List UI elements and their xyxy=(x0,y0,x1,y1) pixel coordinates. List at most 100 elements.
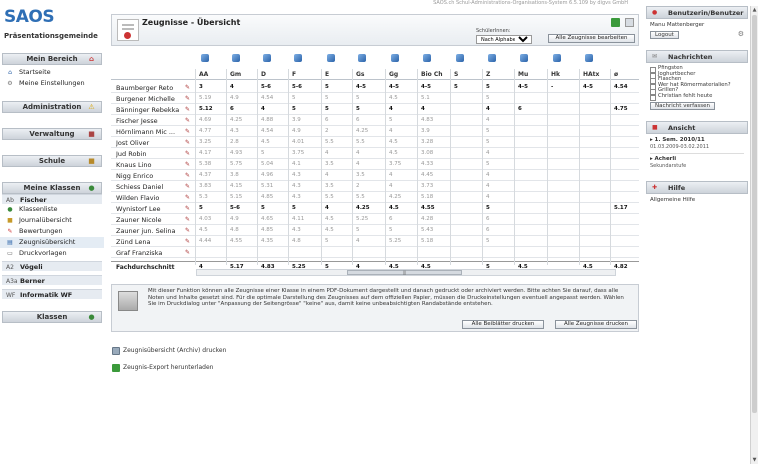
grade-cell[interactable]: 3.08 xyxy=(421,150,433,156)
grade-cell[interactable]: 4.96 xyxy=(261,172,273,178)
grade-cell[interactable]: 4.3 xyxy=(292,227,301,233)
grade-cell[interactable]: 4.03 xyxy=(199,216,211,222)
grade-cell[interactable]: 5.5 xyxy=(325,139,334,145)
grade-cell[interactable]: 4.9 xyxy=(230,95,239,101)
grade-cell[interactable]: 4.44 xyxy=(199,238,211,244)
student-name[interactable]: Nigg Enrico xyxy=(116,172,182,180)
grade-cell[interactable]: 4.8 xyxy=(292,238,301,244)
saos-logo[interactable]: SAOS Präsentationsgemeinde xyxy=(4,8,104,40)
student-name[interactable]: Hörnlimann Mic ... xyxy=(116,128,182,136)
student-name[interactable]: Bänninger Rebekka xyxy=(116,106,182,114)
grade-cell[interactable]: 6 xyxy=(486,216,490,222)
grade-cell[interactable]: 4.8 xyxy=(230,227,239,233)
grade-cell[interactable]: 4.3 xyxy=(230,128,239,134)
sort-select[interactable]: Nach Alphabet xyxy=(476,35,532,44)
subject-cube-icon[interactable] xyxy=(232,54,240,62)
grade-cell[interactable]: - xyxy=(551,84,553,90)
grade-cell[interactable]: 4.33 xyxy=(421,161,433,167)
grade-cell[interactable]: 5.25 xyxy=(356,216,368,222)
grade-cell[interactable]: 3.73 xyxy=(421,183,433,189)
edit-pen-icon[interactable]: ✎ xyxy=(185,194,190,201)
edit-pen-icon[interactable]: ✎ xyxy=(185,227,190,234)
grade-cell[interactable]: 4.83 xyxy=(421,117,433,123)
grade-cell[interactable]: 4.55 xyxy=(230,238,242,244)
grade-cell[interactable]: 4 xyxy=(356,161,360,167)
grade-cell[interactable]: 3.8 xyxy=(230,172,239,178)
grade-cell[interactable]: 4 xyxy=(486,172,490,178)
grade-cell[interactable]: 5 xyxy=(486,128,490,134)
print-beiblaetter-button[interactable]: Alle Beiblätter drucken xyxy=(462,320,544,329)
grade-cell[interactable]: 3 xyxy=(199,84,203,90)
grade-cell[interactable]: 4 xyxy=(230,84,234,90)
student-name[interactable]: Jost Oliver xyxy=(116,139,182,147)
subject-cube-icon[interactable] xyxy=(201,54,209,62)
grade-cell[interactable]: 5.5 xyxy=(356,139,365,145)
grade-cell[interactable]: 5.19 xyxy=(199,95,211,101)
grade-cell[interactable]: 4.88 xyxy=(261,117,273,123)
grade-cell[interactable]: 4.65 xyxy=(261,216,273,222)
grade-cell[interactable]: 6 xyxy=(389,216,393,222)
grade-cell[interactable]: 4.9 xyxy=(230,216,239,222)
grade-cell[interactable]: 3.75 xyxy=(389,161,401,167)
grade-cell[interactable]: 6 xyxy=(230,106,234,112)
edit-pen-icon[interactable]: ✎ xyxy=(185,106,190,113)
grade-cell[interactable]: 4 xyxy=(356,150,360,156)
grade-cell[interactable]: 6 xyxy=(518,106,522,112)
subject-cube-icon[interactable] xyxy=(263,54,271,62)
section-schule[interactable]: Schule ■ xyxy=(2,155,102,167)
nav-druckvorlagen[interactable]: ▭ Druckvorlagen xyxy=(0,248,104,259)
grade-cell[interactable]: 4.93 xyxy=(230,150,242,156)
grade-cell[interactable]: 2.8 xyxy=(230,139,239,145)
grade-cell[interactable]: 4.69 xyxy=(199,117,211,123)
grade-cell[interactable]: 4.37 xyxy=(199,172,211,178)
edit-pen-icon[interactable]: ✎ xyxy=(185,84,190,91)
grade-cell[interactable]: 4.5 xyxy=(389,95,398,101)
grade-cell[interactable]: 5 xyxy=(325,106,329,112)
grade-cell[interactable]: 4.25 xyxy=(389,194,401,200)
subject-cube-icon[interactable] xyxy=(520,54,528,62)
grade-cell[interactable]: 4.5 xyxy=(325,227,334,233)
grade-cell[interactable]: 4-5 xyxy=(583,84,593,90)
student-name[interactable]: Wilden Flavio xyxy=(116,194,182,202)
grade-cell[interactable]: 4 xyxy=(325,172,329,178)
grade-cell[interactable]: 4 xyxy=(486,194,490,200)
edit-pen-icon[interactable]: ✎ xyxy=(185,183,190,190)
klasse-fischer[interactable]: Ab Fischer xyxy=(2,194,102,204)
grade-cell[interactable]: 4 xyxy=(389,128,393,134)
student-name[interactable]: Burgener Michelle xyxy=(116,95,182,103)
scroll-thumb[interactable] xyxy=(752,15,757,413)
grade-cell[interactable]: 3.9 xyxy=(292,117,301,123)
grade-cell[interactable]: 3.5 xyxy=(325,183,334,189)
export-download-link[interactable]: Zeugnis-Export herunterladen xyxy=(111,363,213,373)
grade-cell[interactable]: 5-6 xyxy=(292,84,302,90)
message-item[interactable]: Christian fehlt heute xyxy=(650,93,744,101)
section-meine-klassen[interactable]: Meine Klassen ● xyxy=(2,182,102,194)
student-name[interactable]: Knaus Lino xyxy=(116,161,182,169)
grade-cell[interactable]: 4 xyxy=(486,183,490,189)
grade-cell[interactable]: 6 xyxy=(356,117,360,123)
grade-cell[interactable]: 5-6 xyxy=(230,205,240,211)
student-name[interactable]: Baumberger Reto xyxy=(116,84,182,92)
subject-cube-icon[interactable] xyxy=(391,54,399,62)
edit-pen-icon[interactable]: ✎ xyxy=(185,95,190,102)
vertical-scrollbar[interactable]: ▲ ▼ xyxy=(750,6,758,464)
grade-cell[interactable]: 4.15 xyxy=(230,183,242,189)
grade-cell[interactable]: 3.5 xyxy=(356,172,365,178)
grade-cell[interactable]: 4 xyxy=(389,106,393,112)
edit-pen-icon[interactable]: ✎ xyxy=(185,172,190,179)
grade-cell[interactable]: 2 xyxy=(356,183,360,189)
grade-cell[interactable]: 5.43 xyxy=(421,227,433,233)
grade-cell[interactable]: 5 xyxy=(389,227,393,233)
grade-cell[interactable]: 4.25 xyxy=(356,128,368,134)
edit-all-button[interactable]: Alle Zeugnisse bearbeiten xyxy=(548,34,635,43)
nav-meine-einstellungen[interactable]: ⚙ Meine Einstellungen xyxy=(0,78,104,89)
grade-cell[interactable]: 5 xyxy=(325,238,329,244)
help-link[interactable]: Allgemeine Hilfe xyxy=(650,197,744,204)
compose-message-button[interactable]: Nachricht verfassen xyxy=(650,101,716,110)
grade-cell[interactable]: 4 xyxy=(486,106,490,112)
grade-cell[interactable]: 5.38 xyxy=(199,161,211,167)
grade-cell[interactable]: 2 xyxy=(325,128,329,134)
grade-cell[interactable]: 4 xyxy=(325,150,329,156)
print-icon[interactable] xyxy=(625,18,634,27)
grade-cell[interactable]: 5 xyxy=(454,84,458,90)
